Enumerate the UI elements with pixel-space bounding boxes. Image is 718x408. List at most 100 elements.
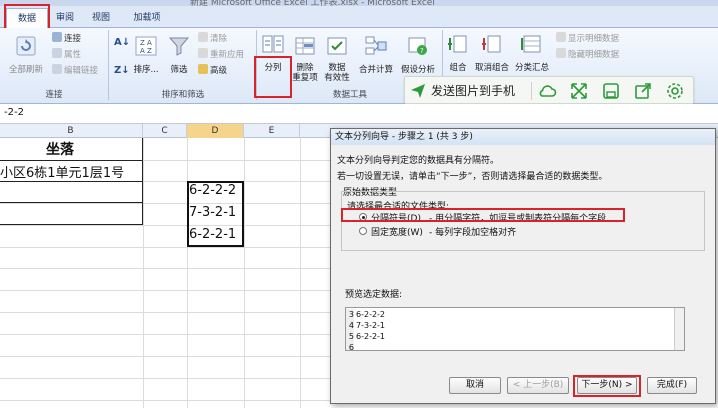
what-if-label: 假设分析 xyxy=(400,65,435,75)
consolidate-button[interactable]: 合并计算 xyxy=(354,34,398,75)
preview-row-text: 6-2-2-2 xyxy=(356,310,386,319)
dialog-intro-line1: 文本分列向导判定您的数据具有分隔符。 xyxy=(337,156,500,166)
column-header-e[interactable]: E xyxy=(244,124,300,138)
edit-links-label: 编辑链接 xyxy=(64,66,99,76)
column-header-d[interactable]: D xyxy=(187,124,244,138)
consolidate-icon xyxy=(365,36,387,55)
remove-duplicates-label: 删除 重复项 xyxy=(292,63,318,83)
fixed-width-option-label[interactable]: 固定宽度(W) xyxy=(371,225,423,238)
clear-label: 清除 xyxy=(210,34,228,44)
ungroup-label: 取消组合 xyxy=(474,63,509,73)
edit-links-button[interactable]: 编辑链接 xyxy=(52,64,98,77)
column-header-b[interactable]: B xyxy=(0,124,143,138)
advanced-button[interactable]: 高级 xyxy=(198,64,227,77)
data-validation-label: 数据 有效性 xyxy=(324,63,350,83)
cell-d-value[interactable]: 6-2-2-2 xyxy=(189,183,236,198)
subtotal-label: 分类汇总 xyxy=(514,63,549,73)
dialog-button-row: 取消 < 上一步(B) 下一步(N) > 完成(F) xyxy=(331,375,715,397)
back-button[interactable]: < 上一步(B) xyxy=(507,377,569,394)
group-label: 组合 xyxy=(449,63,467,73)
cell-b-address[interactable]: 小区6栋1单元1层1号 xyxy=(0,162,124,181)
svg-text:A Z: A Z xyxy=(140,47,152,55)
sort-za-button[interactable]: Z↓ xyxy=(114,64,130,77)
preview-scrollbar[interactable] xyxy=(674,308,684,350)
send-image-to-phone-label: 发送图片到手机 xyxy=(431,84,516,98)
refresh-icon xyxy=(16,36,36,56)
tab-view[interactable]: 视图 xyxy=(86,8,116,28)
remove-duplicates-icon xyxy=(295,37,315,55)
ungroup-icon xyxy=(482,35,501,53)
preview-row: 3 6-2-2-2 xyxy=(346,309,385,320)
expand-icon[interactable] xyxy=(569,81,589,101)
hide-detail-button[interactable]: 隐藏明细数据 xyxy=(556,48,619,61)
cloud-icon[interactable] xyxy=(537,81,557,101)
reapply-label: 重新应用 xyxy=(210,50,245,60)
cell-border xyxy=(0,181,143,182)
preview-box[interactable]: 3 6-2-2-2 4 7-3-2-1 5 6-2-2-1 6 xyxy=(345,307,685,351)
cell-b-header[interactable]: 坐落 xyxy=(46,139,74,159)
properties-icon xyxy=(52,48,62,58)
ungroup-button[interactable]: 取消组合 xyxy=(472,32,512,73)
sort-az-button[interactable]: A↓ xyxy=(114,36,130,49)
clear-button[interactable]: 清除 xyxy=(198,32,227,45)
column-header-c[interactable]: C xyxy=(143,124,187,138)
formula-bar[interactable]: -2-2 xyxy=(0,104,718,124)
cell-border xyxy=(0,224,143,225)
gridline xyxy=(0,268,330,269)
fixed-width-radio[interactable] xyxy=(359,227,367,235)
refresh-all-button[interactable]: 全部刷新 xyxy=(8,34,44,75)
properties-button[interactable]: 属性 xyxy=(52,48,81,61)
svg-text:Z A: Z A xyxy=(140,39,152,47)
data-validation-button[interactable]: 数据 有效性 xyxy=(322,34,352,83)
gridline xyxy=(0,247,330,248)
highlight-delimited-option xyxy=(341,208,625,222)
filter-label: 筛选 xyxy=(170,65,188,75)
preview-row-number: 5 xyxy=(346,331,354,342)
sort-button[interactable]: Z A A Z 排序... xyxy=(130,34,162,75)
show-detail-button[interactable]: 显示明细数据 xyxy=(556,32,619,45)
finish-button[interactable]: 完成(F) xyxy=(647,377,697,394)
connections-button[interactable]: 连接 xyxy=(52,32,81,45)
settings-icon[interactable] xyxy=(665,81,685,101)
remove-duplicates-button[interactable]: 删除 重复项 xyxy=(290,34,320,83)
gridline xyxy=(300,138,301,408)
what-if-analysis-button[interactable]: ? 假设分析 xyxy=(398,34,438,75)
hide-detail-icon xyxy=(556,48,566,58)
gridline xyxy=(0,378,330,379)
cell-border xyxy=(142,203,143,225)
tab-review[interactable]: 审阅 xyxy=(50,8,80,28)
advanced-label: 高级 xyxy=(210,66,228,76)
save-icon[interactable] xyxy=(601,81,621,101)
text-to-columns-dialog: 文本分列向导 - 步骤之 1 (共 3 步) 文本分列向导判定您的数据具有分隔符… xyxy=(330,128,716,404)
cancel-button[interactable]: 取消 xyxy=(449,377,501,394)
sort-az-icon: A↓ xyxy=(114,37,131,48)
reapply-button[interactable]: 重新应用 xyxy=(198,48,244,61)
subtotal-button[interactable]: 分类汇总 xyxy=(512,32,552,73)
preview-row: 5 6-2-2-1 xyxy=(346,331,385,342)
group-button[interactable]: 组合 xyxy=(444,32,472,73)
gridline xyxy=(0,203,330,204)
send-arrow-icon xyxy=(411,84,425,98)
filter-icon xyxy=(168,37,190,56)
gridline xyxy=(0,356,330,357)
quick-action-bar: 发送图片到手机 xyxy=(404,76,694,104)
quick-bar-separator xyxy=(531,82,532,100)
show-detail-icon xyxy=(556,32,566,42)
gridline xyxy=(187,138,188,408)
text-to-columns-icon xyxy=(262,35,284,53)
dialog-title: 文本分列向导 - 步骤之 1 (共 3 步) xyxy=(331,129,715,145)
group-label-sort-filter: 排序和筛选 xyxy=(161,90,205,100)
tab-addins[interactable]: 加载项 xyxy=(124,8,170,28)
preview-row: 4 7-3-2-1 xyxy=(346,320,385,331)
filter-button[interactable]: 筛选 xyxy=(164,34,194,75)
sort-dialog-icon: Z A A Z xyxy=(135,36,157,56)
gridline xyxy=(0,334,330,335)
share-icon[interactable] xyxy=(633,81,653,101)
preview-row-number: 3 xyxy=(346,309,354,320)
cell-d-value[interactable]: 7-3-2-1 xyxy=(189,205,236,220)
consolidate-label: 合并计算 xyxy=(358,65,393,75)
subtotal-icon xyxy=(521,35,541,53)
cell-d-value[interactable]: 6-2-2-1 xyxy=(189,227,236,242)
advanced-filter-icon xyxy=(198,64,208,74)
send-image-to-phone-button[interactable]: 发送图片到手机 xyxy=(409,80,515,102)
